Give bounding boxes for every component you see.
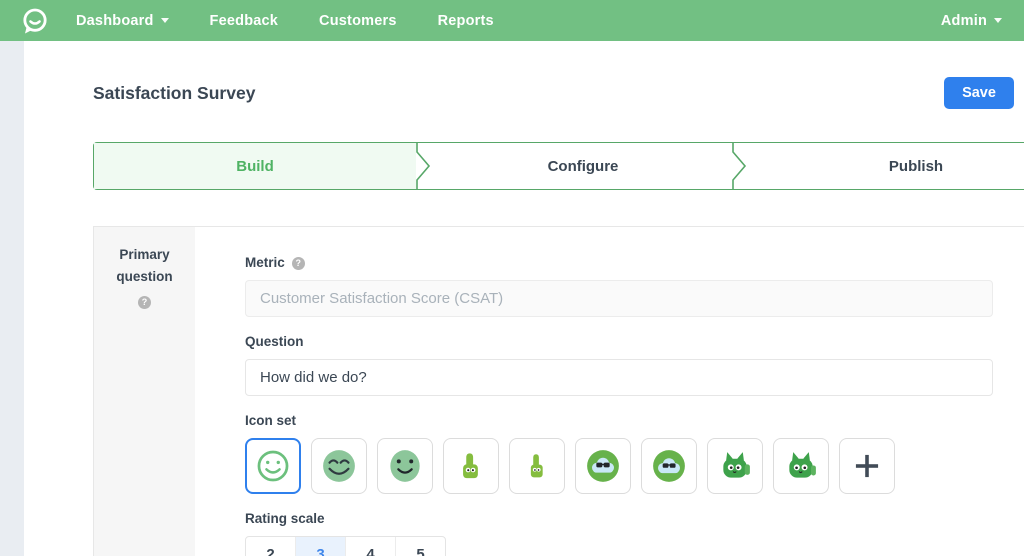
chevron-down-icon — [994, 18, 1002, 23]
page-content: Satisfaction Survey Save Build Configure… — [24, 41, 1024, 556]
cat-thumbs-up-alt-icon — [781, 446, 821, 486]
question-label: Question — [245, 334, 304, 349]
thumbs-up-small-icon — [520, 449, 554, 483]
primary-question-sidebar: Primary question ? — [94, 227, 195, 556]
smiley-dot-eyes-icon — [385, 446, 425, 486]
save-button[interactable]: Save — [944, 77, 1014, 109]
cloud-sunglasses-icon — [583, 446, 623, 486]
rating-option-3[interactable]: 3 — [295, 537, 345, 556]
nav-item-dashboard-label: Dashboard — [76, 13, 154, 29]
primary-question-label: Primary question — [94, 244, 195, 287]
nav-item-reports[interactable]: Reports — [438, 13, 494, 29]
nav-item-feedback[interactable]: Feedback — [210, 13, 279, 29]
help-icon[interactable]: ? — [292, 257, 305, 270]
top-nav: Dashboard Feedback Customers Reports Adm… — [0, 0, 1024, 41]
cloud-sunglasses-alt-icon — [649, 446, 689, 486]
icon-set-label: Icon set — [245, 413, 296, 428]
survey-stepper: Build Configure Publish — [93, 142, 1024, 190]
rating-option-5[interactable]: 5 — [395, 537, 445, 556]
nav-item-reports-label: Reports — [438, 13, 494, 29]
step-chevron-icon — [416, 143, 434, 189]
icon-set-option-cat-thumbs-up[interactable] — [707, 438, 763, 494]
cat-thumbs-up-icon — [715, 446, 755, 486]
smiley-chat-logo-icon[interactable] — [20, 6, 50, 36]
rating-scale-options: 2 3 4 5 — [245, 536, 446, 556]
question-panel: Primary question ? Metric? Question Icon… — [93, 226, 1024, 556]
icon-set-option-add-custom[interactable] — [839, 438, 895, 494]
page-header: Satisfaction Survey Save — [24, 41, 1024, 109]
rating-option-4[interactable]: 4 — [345, 537, 395, 556]
step-chevron-icon — [732, 143, 750, 189]
icon-set-option-cat-thumbs-up-alt[interactable] — [773, 438, 829, 494]
plus-icon — [848, 447, 886, 485]
icon-set-option-cloud-sunglasses-alt[interactable] — [641, 438, 697, 494]
rating-scale-block: Rating scale 2 3 4 5 — [245, 510, 993, 556]
icon-set-option-smiley-dot-eyes[interactable] — [377, 438, 433, 494]
help-icon[interactable]: ? — [138, 296, 151, 309]
icon-set-block: Icon set — [245, 412, 993, 494]
step-build[interactable]: Build — [94, 143, 416, 189]
nav-item-dashboard[interactable]: Dashboard — [76, 13, 169, 29]
icon-set-option-smiley-happy-eyes[interactable] — [311, 438, 367, 494]
metric-input[interactable] — [245, 280, 993, 317]
step-publish[interactable]: Publish — [750, 143, 1024, 189]
smiley-outline-icon — [254, 447, 292, 485]
step-configure[interactable]: Configure — [434, 143, 732, 189]
icon-set-option-cloud-sunglasses[interactable] — [575, 438, 631, 494]
icon-set-option-smiley-outline[interactable] — [245, 438, 301, 494]
nav-item-customers-label: Customers — [319, 13, 397, 29]
metric-field-block: Metric? — [245, 254, 993, 317]
user-menu-admin[interactable]: Admin — [941, 13, 1002, 29]
question-field-block: Question — [245, 333, 993, 396]
question-input[interactable] — [245, 359, 993, 396]
icon-set-option-thumbs-up-small[interactable] — [509, 438, 565, 494]
rating-option-2[interactable]: 2 — [246, 537, 295, 556]
user-menu-label: Admin — [941, 13, 987, 29]
nav-item-feedback-label: Feedback — [210, 13, 279, 29]
metric-label: Metric — [245, 255, 285, 270]
rating-scale-label: Rating scale — [245, 511, 325, 526]
smiley-happy-eyes-icon — [319, 446, 359, 486]
question-form: Metric? Question Icon set — [195, 227, 993, 556]
icon-set-options — [245, 438, 993, 494]
chevron-down-icon — [161, 18, 169, 23]
thumbs-up-icon — [452, 447, 490, 485]
nav-item-customers[interactable]: Customers — [319, 13, 397, 29]
icon-set-option-thumbs-up[interactable] — [443, 438, 499, 494]
page-title: Satisfaction Survey — [93, 83, 255, 104]
